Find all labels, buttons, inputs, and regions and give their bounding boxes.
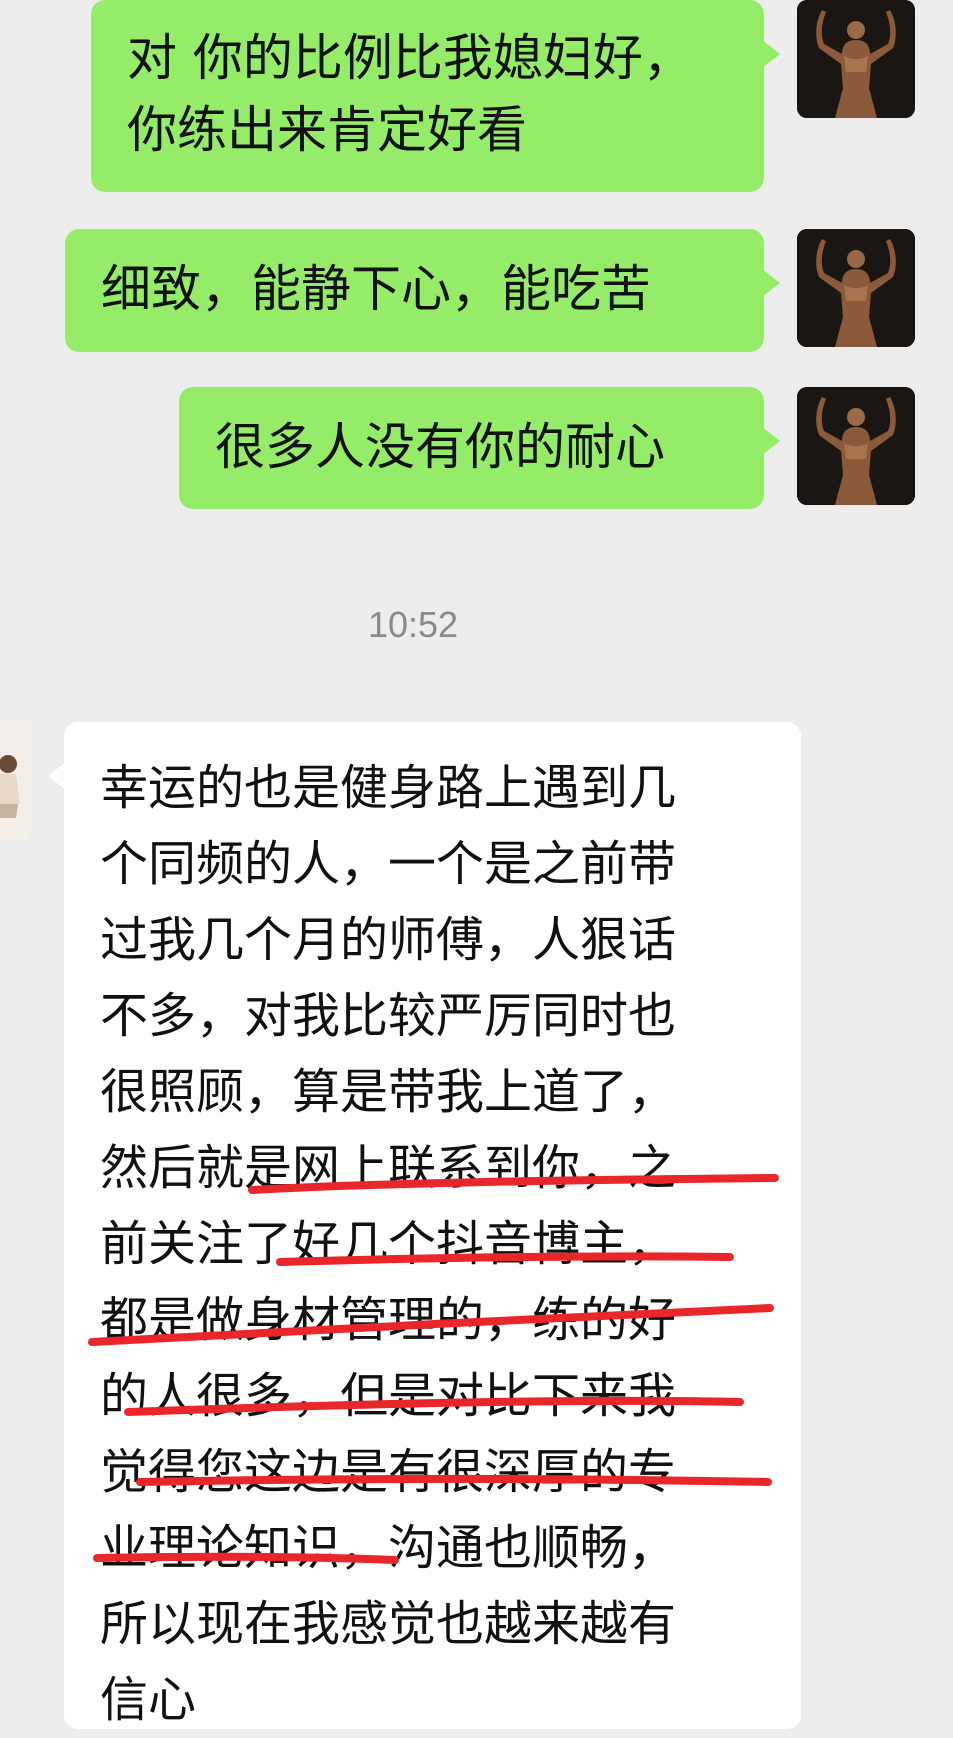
message-text: 细致，能静下心，能吃苦 <box>101 260 651 318</box>
bodybuilder-avatar[interactable] <box>797 387 915 505</box>
bodybuilder-avatar[interactable] <box>797 0 915 118</box>
bodybuilder-avatar[interactable] <box>797 229 915 347</box>
message-bubble-incoming[interactable]: 幸运的也是健身路上遇到几 个同频的人，一个是之前带 过我几个月的师傅，人狠话 不… <box>48 722 801 1729</box>
message-bubble-outgoing[interactable]: 很多人没有你的耐心 <box>179 387 780 509</box>
message-timestamp: 10:52 <box>367 604 459 645</box>
message-text: 很多人没有你的耐心 <box>215 418 665 476</box>
message-text: 幸运的也是健身路上遇到几 个同频的人，一个是之前带 过我几个月的师傅，人狠话 不… <box>100 760 677 1728</box>
message-text: 对 你的比例比我媳妇好， 你练出来肯定好看 <box>127 29 693 159</box>
girl-avatar[interactable] <box>0 722 30 840</box>
message-bubble-outgoing[interactable]: 对 你的比例比我媳妇好， 你练出来肯定好看 <box>91 0 780 192</box>
message-bubble-outgoing[interactable]: 细致，能静下心，能吃苦 <box>65 229 780 352</box>
